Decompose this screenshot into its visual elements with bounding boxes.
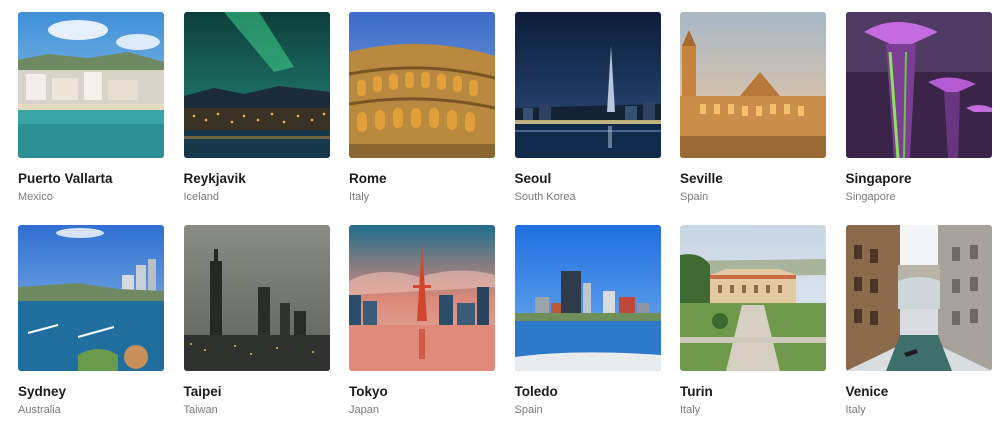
destination-image[interactable] (183, 12, 330, 158)
destination-country: Mexico (18, 191, 53, 203)
destination-card-sydney[interactable]: Sydney Australia (18, 225, 164, 417)
destination-image[interactable] (680, 225, 826, 371)
destination-image[interactable] (349, 225, 495, 371)
destination-image[interactable] (845, 225, 992, 371)
destination-image[interactable] (183, 225, 330, 371)
destination-card-seville[interactable]: Seville Spain (680, 12, 826, 204)
destination-card-tokyo[interactable]: Tokyo Japan (349, 225, 495, 417)
destination-card-taipei[interactable]: Taipei Taiwan (183, 225, 330, 417)
destination-name[interactable]: Sydney (18, 384, 164, 400)
destination-country: Italy (680, 404, 701, 416)
destination-country: Iceland (183, 191, 219, 203)
destination-name[interactable]: Seoul (515, 171, 661, 187)
destination-name[interactable]: Toledo (515, 384, 661, 400)
destination-country: Australia (18, 404, 61, 416)
destination-image[interactable] (18, 225, 164, 371)
destination-country: South Korea (514, 191, 576, 203)
destination-card-reykjavik[interactable]: Reykjavik Iceland (183, 12, 330, 204)
destination-name[interactable]: Taipei (184, 384, 330, 400)
destination-name[interactable]: Seville (680, 171, 826, 187)
destination-country: Singapore (845, 191, 896, 203)
destination-image[interactable] (18, 12, 164, 158)
destination-country: Spain (514, 404, 543, 416)
destination-country: Taiwan (183, 404, 218, 416)
destination-card-toledo[interactable]: Toledo Spain (514, 225, 661, 417)
destination-country: Italy (845, 404, 866, 416)
destination-card-rome[interactable]: Rome Italy (349, 12, 495, 204)
destination-image[interactable] (514, 225, 661, 371)
destination-card-turin[interactable]: Turin Italy (680, 225, 826, 417)
destination-grid: Puerto Vallarta Mexico Reykjavik Iceland… (18, 12, 992, 417)
destination-name[interactable]: Reykjavik (184, 171, 330, 187)
destination-card-singapore[interactable]: Singapore Singapore (845, 12, 992, 204)
destination-image[interactable] (845, 12, 992, 158)
destination-name[interactable]: Puerto Vallarta (18, 171, 164, 187)
destination-card-seoul[interactable]: Seoul South Korea (514, 12, 661, 204)
destination-name[interactable]: Tokyo (349, 384, 495, 400)
destination-country: Spain (680, 191, 709, 203)
destination-image[interactable] (514, 12, 661, 158)
destination-country: Japan (349, 404, 379, 416)
destination-name[interactable]: Singapore (846, 171, 992, 187)
destination-image[interactable] (349, 12, 495, 158)
destination-card-venice[interactable]: Venice Italy (845, 225, 992, 417)
destination-card-puerto-vallarta[interactable]: Puerto Vallarta Mexico (18, 12, 164, 204)
destination-name[interactable]: Rome (349, 171, 495, 187)
destination-name[interactable]: Turin (680, 384, 826, 400)
destination-country: Italy (349, 191, 370, 203)
destination-image[interactable] (680, 12, 826, 158)
destination-name[interactable]: Venice (846, 384, 992, 400)
